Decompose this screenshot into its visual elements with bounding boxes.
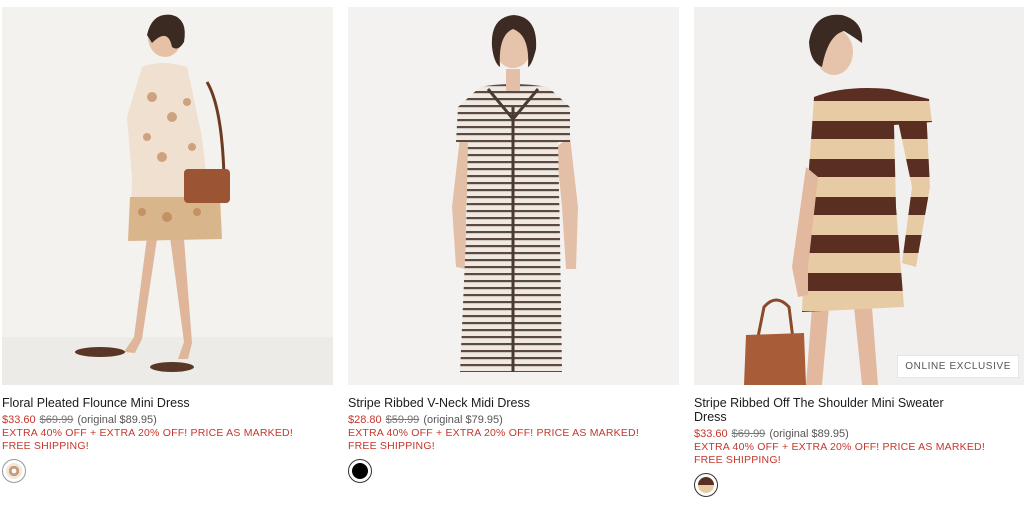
promo-text: EXTRA 40% OFF + EXTRA 20% OFF! PRICE AS … (2, 427, 293, 439)
price-row: $33.60 $69.99 (original $89.95) (694, 427, 1024, 441)
promo-text: EXTRA 40% OFF + EXTRA 20% OFF! PRICE AS … (694, 441, 985, 453)
color-swatch[interactable] (348, 459, 372, 483)
sale-price: $33.60 (694, 428, 728, 440)
product-image[interactable] (348, 7, 679, 385)
shipping-text: FREE SHIPPING! (348, 440, 435, 452)
sale-price: $33.60 (2, 414, 36, 426)
promo-text: EXTRA 40% OFF + EXTRA 20% OFF! PRICE AS … (348, 427, 639, 439)
online-exclusive-badge: ONLINE EXCLUSIVE (897, 355, 1019, 378)
product-card[interactable]: ONLINE EXCLUSIVE Stripe Ribbed Off The S… (694, 7, 1024, 497)
shipping-text: FREE SHIPPING! (2, 440, 89, 452)
black-swatch-icon (352, 463, 368, 479)
product-card[interactable]: Stripe Ribbed V-Neck Midi Dress $28.80 $5… (348, 7, 679, 483)
product-title[interactable]: Stripe Ribbed Off The Shoulder Mini Swea… (694, 396, 954, 424)
sale-price: $28.80 (348, 414, 382, 426)
was-price: $69.99 (39, 414, 74, 426)
product-title[interactable]: Floral Pleated Flounce Mini Dress (2, 396, 333, 410)
color-swatch[interactable] (694, 473, 718, 497)
product-card[interactable]: Floral Pleated Flounce Mini Dress $33.60… (2, 7, 333, 483)
color-swatch[interactable] (2, 459, 26, 483)
price-row: $28.80 $59.99 (original $79.95) (348, 413, 679, 427)
floral-swatch-icon (6, 463, 22, 479)
was-price: $59.99 (385, 414, 420, 426)
product-image[interactable]: ONLINE EXCLUSIVE (694, 7, 1024, 385)
original-price: (original $79.95) (423, 414, 503, 426)
product-title[interactable]: Stripe Ribbed V-Neck Midi Dress (348, 396, 679, 410)
stripe-swatch-icon (698, 477, 714, 493)
original-price: (original $89.95) (77, 414, 157, 426)
original-price: (original $89.95) (769, 428, 849, 440)
product-image[interactable] (2, 7, 333, 385)
price-row: $33.60 $69.99 (original $89.95) (2, 413, 333, 427)
product-grid: Floral Pleated Flounce Mini Dress $33.60… (0, 0, 1024, 507)
shipping-text: FREE SHIPPING! (694, 454, 781, 466)
was-price: $69.99 (731, 428, 766, 440)
